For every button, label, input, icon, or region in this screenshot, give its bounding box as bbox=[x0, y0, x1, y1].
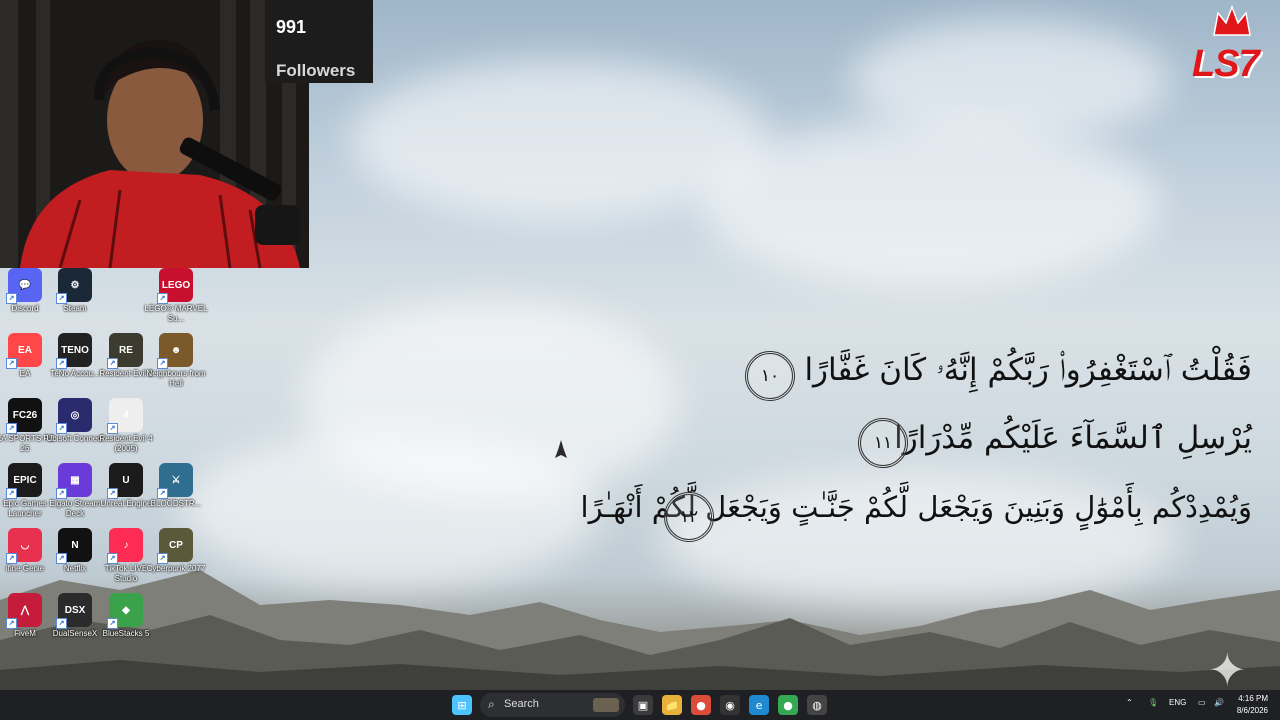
bloodstrike-icon: ⚔ ↗ bbox=[157, 463, 193, 499]
desktop-shortcut[interactable]: ⚙ ↗ Steam bbox=[43, 268, 107, 330]
bluestacks-icon: ◆ ↗ bbox=[107, 593, 143, 629]
taskbar: ⌕ Search ⊞ ▣ 📁 ● ◉ e ● ◍ ⌃ 🎙 ENG ▭ 🔊 4:16 PM 8/… bbox=[0, 690, 1280, 720]
webcam-overlay bbox=[0, 0, 309, 268]
desktop-shortcut[interactable]: LEGO ↗ LEGO® MARVEL Su... bbox=[144, 268, 208, 330]
epic-games-icon: EPIC ↗ bbox=[6, 463, 42, 499]
network-icon[interactable]: ▭ bbox=[1198, 698, 1206, 707]
tiktok-live-icon: ♪ ↗ bbox=[107, 528, 143, 564]
chrome-profile-icon[interactable]: ● bbox=[778, 695, 798, 715]
file-explorer-icon[interactable]: 📁 bbox=[662, 695, 682, 715]
teno-icon: TENO ↗ bbox=[56, 333, 92, 369]
verse-number-12: ١٢ bbox=[664, 492, 714, 542]
netflix-icon: N ↗ bbox=[56, 528, 92, 564]
desktop-shortcut-label: Neighbours from Hell bbox=[146, 369, 206, 388]
neighbours-icon: ☻ ↗ bbox=[157, 333, 193, 369]
resident-evil-4-icon: 4 ↗ bbox=[107, 398, 143, 434]
shortcut-arrow-icon: ↗ bbox=[6, 488, 17, 499]
search-icon: ⌕ bbox=[488, 697, 495, 711]
language-indicator[interactable]: ENG bbox=[1169, 698, 1186, 707]
genie-icon: ◡ ↗ bbox=[6, 528, 42, 564]
shortcut-arrow-icon: ↗ bbox=[6, 423, 17, 434]
desktop-shortcut-label: Resident Evil 4 (2005) bbox=[99, 434, 153, 453]
verse-line-1: فَقُلْتُ ٱسْتَغْفِرُوا۟ رَبَّكُمْ إِنَّه… bbox=[804, 352, 1252, 388]
desktop-shortcut-label: BlueStacks 5 bbox=[102, 629, 150, 638]
fivem-icon: ⋀ ↗ bbox=[6, 593, 42, 629]
desktop-shortcut-label: BLOODSTR... bbox=[150, 499, 202, 508]
obs-icon[interactable]: ◉ bbox=[720, 695, 740, 715]
shortcut-arrow-icon: ↗ bbox=[6, 618, 17, 629]
task-view-icon[interactable]: ▣ bbox=[633, 695, 653, 715]
resident-evil-2-icon: RE ↗ bbox=[107, 333, 143, 369]
discord-icon: 💬 ↗ bbox=[6, 268, 42, 304]
fc26-icon: FC26 ↗ bbox=[6, 398, 42, 434]
speaker-icon[interactable]: 🔊 bbox=[1214, 698, 1224, 707]
shortcut-arrow-icon: ↗ bbox=[56, 358, 67, 369]
shortcut-arrow-icon: ↗ bbox=[56, 488, 67, 499]
start-icon[interactable]: ⊞ bbox=[452, 695, 472, 715]
followers-label: Followers bbox=[276, 61, 356, 80]
taskbar-search[interactable]: ⌕ Search bbox=[480, 693, 625, 717]
edge-icon[interactable]: e bbox=[749, 695, 769, 715]
microphone-icon[interactable]: 🎙 bbox=[1148, 698, 1158, 707]
desktop-shortcut[interactable]: CP ↗ Cyberpunk 2077 bbox=[144, 528, 208, 590]
wallpaper-cloud bbox=[850, 20, 1170, 140]
shortcut-arrow-icon: ↗ bbox=[157, 553, 168, 564]
unreal-engine-icon: U ↗ bbox=[107, 463, 143, 499]
logo-text: LS7 bbox=[1192, 43, 1260, 85]
shortcut-arrow-icon: ↗ bbox=[6, 293, 17, 304]
shortcut-arrow-icon: ↗ bbox=[107, 358, 118, 369]
shortcut-arrow-icon: ↗ bbox=[107, 618, 118, 629]
desktop-shortcut-label: Cyberpunk 2077 bbox=[146, 564, 206, 573]
lego-marvel-icon: LEGO ↗ bbox=[157, 268, 193, 304]
chevron-up-icon[interactable]: ⌃ bbox=[1126, 698, 1133, 707]
clock-time: 4:16 PM bbox=[1238, 694, 1268, 703]
crown-icon bbox=[1213, 5, 1251, 36]
followers-counter: 991 Followers bbox=[265, 0, 373, 83]
shortcut-arrow-icon: ↗ bbox=[157, 358, 168, 369]
clock-date: 8/6/2026 bbox=[1236, 706, 1268, 715]
shortcut-arrow-icon: ↗ bbox=[6, 358, 17, 369]
search-highlight-image bbox=[593, 698, 619, 712]
channel-logo: LS7 bbox=[1190, 3, 1278, 95]
shortcut-arrow-icon: ↗ bbox=[56, 553, 67, 564]
shortcut-arrow-icon: ↗ bbox=[56, 618, 67, 629]
bird-icon bbox=[555, 440, 567, 458]
stream-deck-icon: ▦ ↗ bbox=[56, 463, 92, 499]
shortcut-arrow-icon: ↗ bbox=[56, 293, 67, 304]
shortcut-arrow-icon: ↗ bbox=[157, 293, 168, 304]
shortcut-arrow-icon: ↗ bbox=[107, 488, 118, 499]
search-placeholder: Search bbox=[504, 698, 539, 710]
desktop-shortcut-label: Steam bbox=[63, 304, 87, 313]
verse-number-11: ١١ bbox=[858, 418, 908, 468]
shortcut-arrow-icon: ↗ bbox=[107, 423, 118, 434]
desktop-shortcut[interactable]: ⚔ ↗ BLOODSTR... bbox=[144, 463, 208, 525]
shortcut-arrow-icon: ↗ bbox=[6, 553, 17, 564]
ea-icon: EA ↗ bbox=[6, 333, 42, 369]
taskbar-clock[interactable]: 4:16 PM 8/6/2026 bbox=[1237, 693, 1268, 717]
wallpaper-cloud bbox=[700, 120, 1160, 290]
cyberpunk-icon: CP ↗ bbox=[157, 528, 193, 564]
shortcut-arrow-icon: ↗ bbox=[56, 423, 67, 434]
desktop-shortcut[interactable]: ☻ ↗ Neighbours from Hell bbox=[144, 333, 208, 395]
desktop-shortcut[interactable]: ◆ ↗ BlueStacks 5 bbox=[94, 593, 158, 655]
shortcut-arrow-icon: ↗ bbox=[107, 553, 118, 564]
app-icon[interactable]: ◍ bbox=[807, 695, 827, 715]
shortcut-arrow-icon: ↗ bbox=[157, 488, 168, 499]
ubisoft-icon: ◎ ↗ bbox=[56, 398, 92, 434]
steam-icon: ⚙ ↗ bbox=[56, 268, 92, 304]
desktop-shortcut-label: LEGO® MARVEL Su... bbox=[144, 304, 208, 323]
followers-count: 991 bbox=[276, 17, 307, 37]
dualsensex-icon: DSX ↗ bbox=[56, 593, 92, 629]
desktop-shortcut[interactable]: 4 ↗ Resident Evil 4 (2005) bbox=[94, 398, 158, 460]
sparkle-icon: ✦ bbox=[1208, 643, 1247, 697]
verse-number-10: ١٠ bbox=[745, 351, 795, 401]
webcam-feed bbox=[0, 0, 309, 268]
verse-line-2: يُرْسِلِ ٱلسَّمَآءَ عَلَيْكُم مِّدْرَارً… bbox=[894, 420, 1252, 456]
chrome-icon[interactable]: ● bbox=[691, 695, 711, 715]
